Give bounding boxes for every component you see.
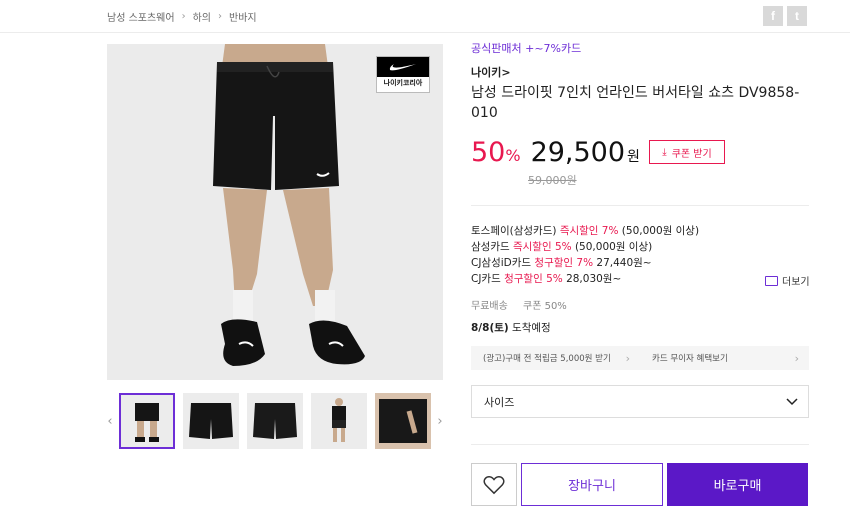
add-to-cart-button[interactable]: 장바구니 <box>521 463 663 506</box>
benefit-item: 토스페이(삼성카드) 즉시할인 7% (50,000원 이상) <box>471 225 700 237</box>
benefit-item: CJ삼성iD카드 청구할인 7% 27,440원~ <box>471 257 652 269</box>
thumbnail-1[interactable] <box>119 393 175 449</box>
share-buttons: f t <box>763 6 807 26</box>
discount-rate: 50% <box>471 137 521 168</box>
chevron-right-icon: › <box>625 351 630 365</box>
thumbnail-4[interactable] <box>311 393 367 449</box>
benefit-item: CJ카드 청구할인 5% 28,030원~ <box>471 273 622 285</box>
heart-icon <box>483 475 505 494</box>
promo-bar: (광고)구매 전 적립금 5,000원 받기 › 카드 무이자 혜택보기 › <box>471 346 809 370</box>
badge-text: 나이키코리아 <box>383 79 423 87</box>
card-benefits: 토스페이(삼성카드) 즉시할인 7% (50,000원 이상) 삼성카드 즉시할… <box>471 223 699 287</box>
download-icon: ⤓ <box>662 146 667 158</box>
card-icon <box>765 275 778 286</box>
chevron-right-icon: › <box>218 11 222 22</box>
card-interest-free-link[interactable]: 카드 무이자 혜택보기 › <box>640 346 809 370</box>
benefit-item: 삼성카드 즉시할인 5% (50,000원 이상) <box>471 241 653 253</box>
product-main-image[interactable]: 나이키코리아 <box>107 44 443 380</box>
facebook-icon[interactable]: f <box>763 6 783 26</box>
divider <box>471 444 809 445</box>
product-title: 남성 드라이핏 7인치 언라인드 버서타일 쇼츠 DV9858-010 <box>471 85 800 121</box>
brand-link[interactable]: 나이키> <box>471 64 811 80</box>
breadcrumb-item-shorts[interactable]: 반바지 <box>229 9 257 24</box>
wishlist-button[interactable] <box>471 463 517 506</box>
official-seller-label[interactable]: 공식판매처 +~7%카드 <box>471 40 811 56</box>
nike-korea-badge: 나이키코리아 <box>376 56 430 93</box>
buy-now-button[interactable]: 바로구매 <box>667 463 808 506</box>
reward-promo-link[interactable]: (광고)구매 전 적립금 5,000원 받기 › <box>471 346 640 370</box>
thumbnail-3[interactable] <box>247 393 303 449</box>
chevron-right-icon: › <box>181 11 186 22</box>
twitter-icon[interactable]: t <box>787 6 807 26</box>
breadcrumb-item-bottoms[interactable]: 하의 <box>193 9 211 24</box>
chevron-left-icon[interactable]: ‹ <box>105 414 115 429</box>
divider <box>471 205 809 206</box>
thumbnail-strip: ‹ › <box>105 393 445 449</box>
price-row: 50% 29,500 원 <box>471 137 640 168</box>
free-shipping-label: 무료배송 <box>471 301 508 312</box>
arrival-estimate: 8/8(토) 도착예정 <box>471 322 551 334</box>
thumbnail-2[interactable] <box>183 393 239 449</box>
size-select[interactable]: 사이즈 <box>471 385 809 418</box>
shipping-info: 무료배송 쿠폰 50% <box>471 297 567 312</box>
chevron-right-icon: › <box>794 351 799 365</box>
model-shorts-illustration <box>213 44 365 366</box>
thumbnail-5[interactable] <box>375 393 431 449</box>
chevron-down-icon <box>786 397 798 405</box>
breadcrumb: 남성 스포츠웨어 › 하의 › 반바지 <box>107 9 257 24</box>
product-info: 공식판매처 +~7%카드 나이키> 남성 드라이핏 7인치 언라인드 버서타일 … <box>471 40 811 123</box>
nike-swoosh-icon <box>377 57 429 77</box>
more-benefits-button[interactable]: 더보기 <box>765 273 810 288</box>
sale-price: 29,500 원 <box>530 137 640 168</box>
breadcrumb-item-sportswear[interactable]: 남성 스포츠웨어 <box>107 9 175 24</box>
coupon-button[interactable]: ⤓ 쿠폰 받기 <box>649 140 725 164</box>
divider <box>0 32 850 33</box>
chevron-right-icon[interactable]: › <box>435 414 445 429</box>
original-price: 59,000원 <box>528 174 577 187</box>
coupon-rate-label: 쿠폰 50% <box>523 301 567 312</box>
